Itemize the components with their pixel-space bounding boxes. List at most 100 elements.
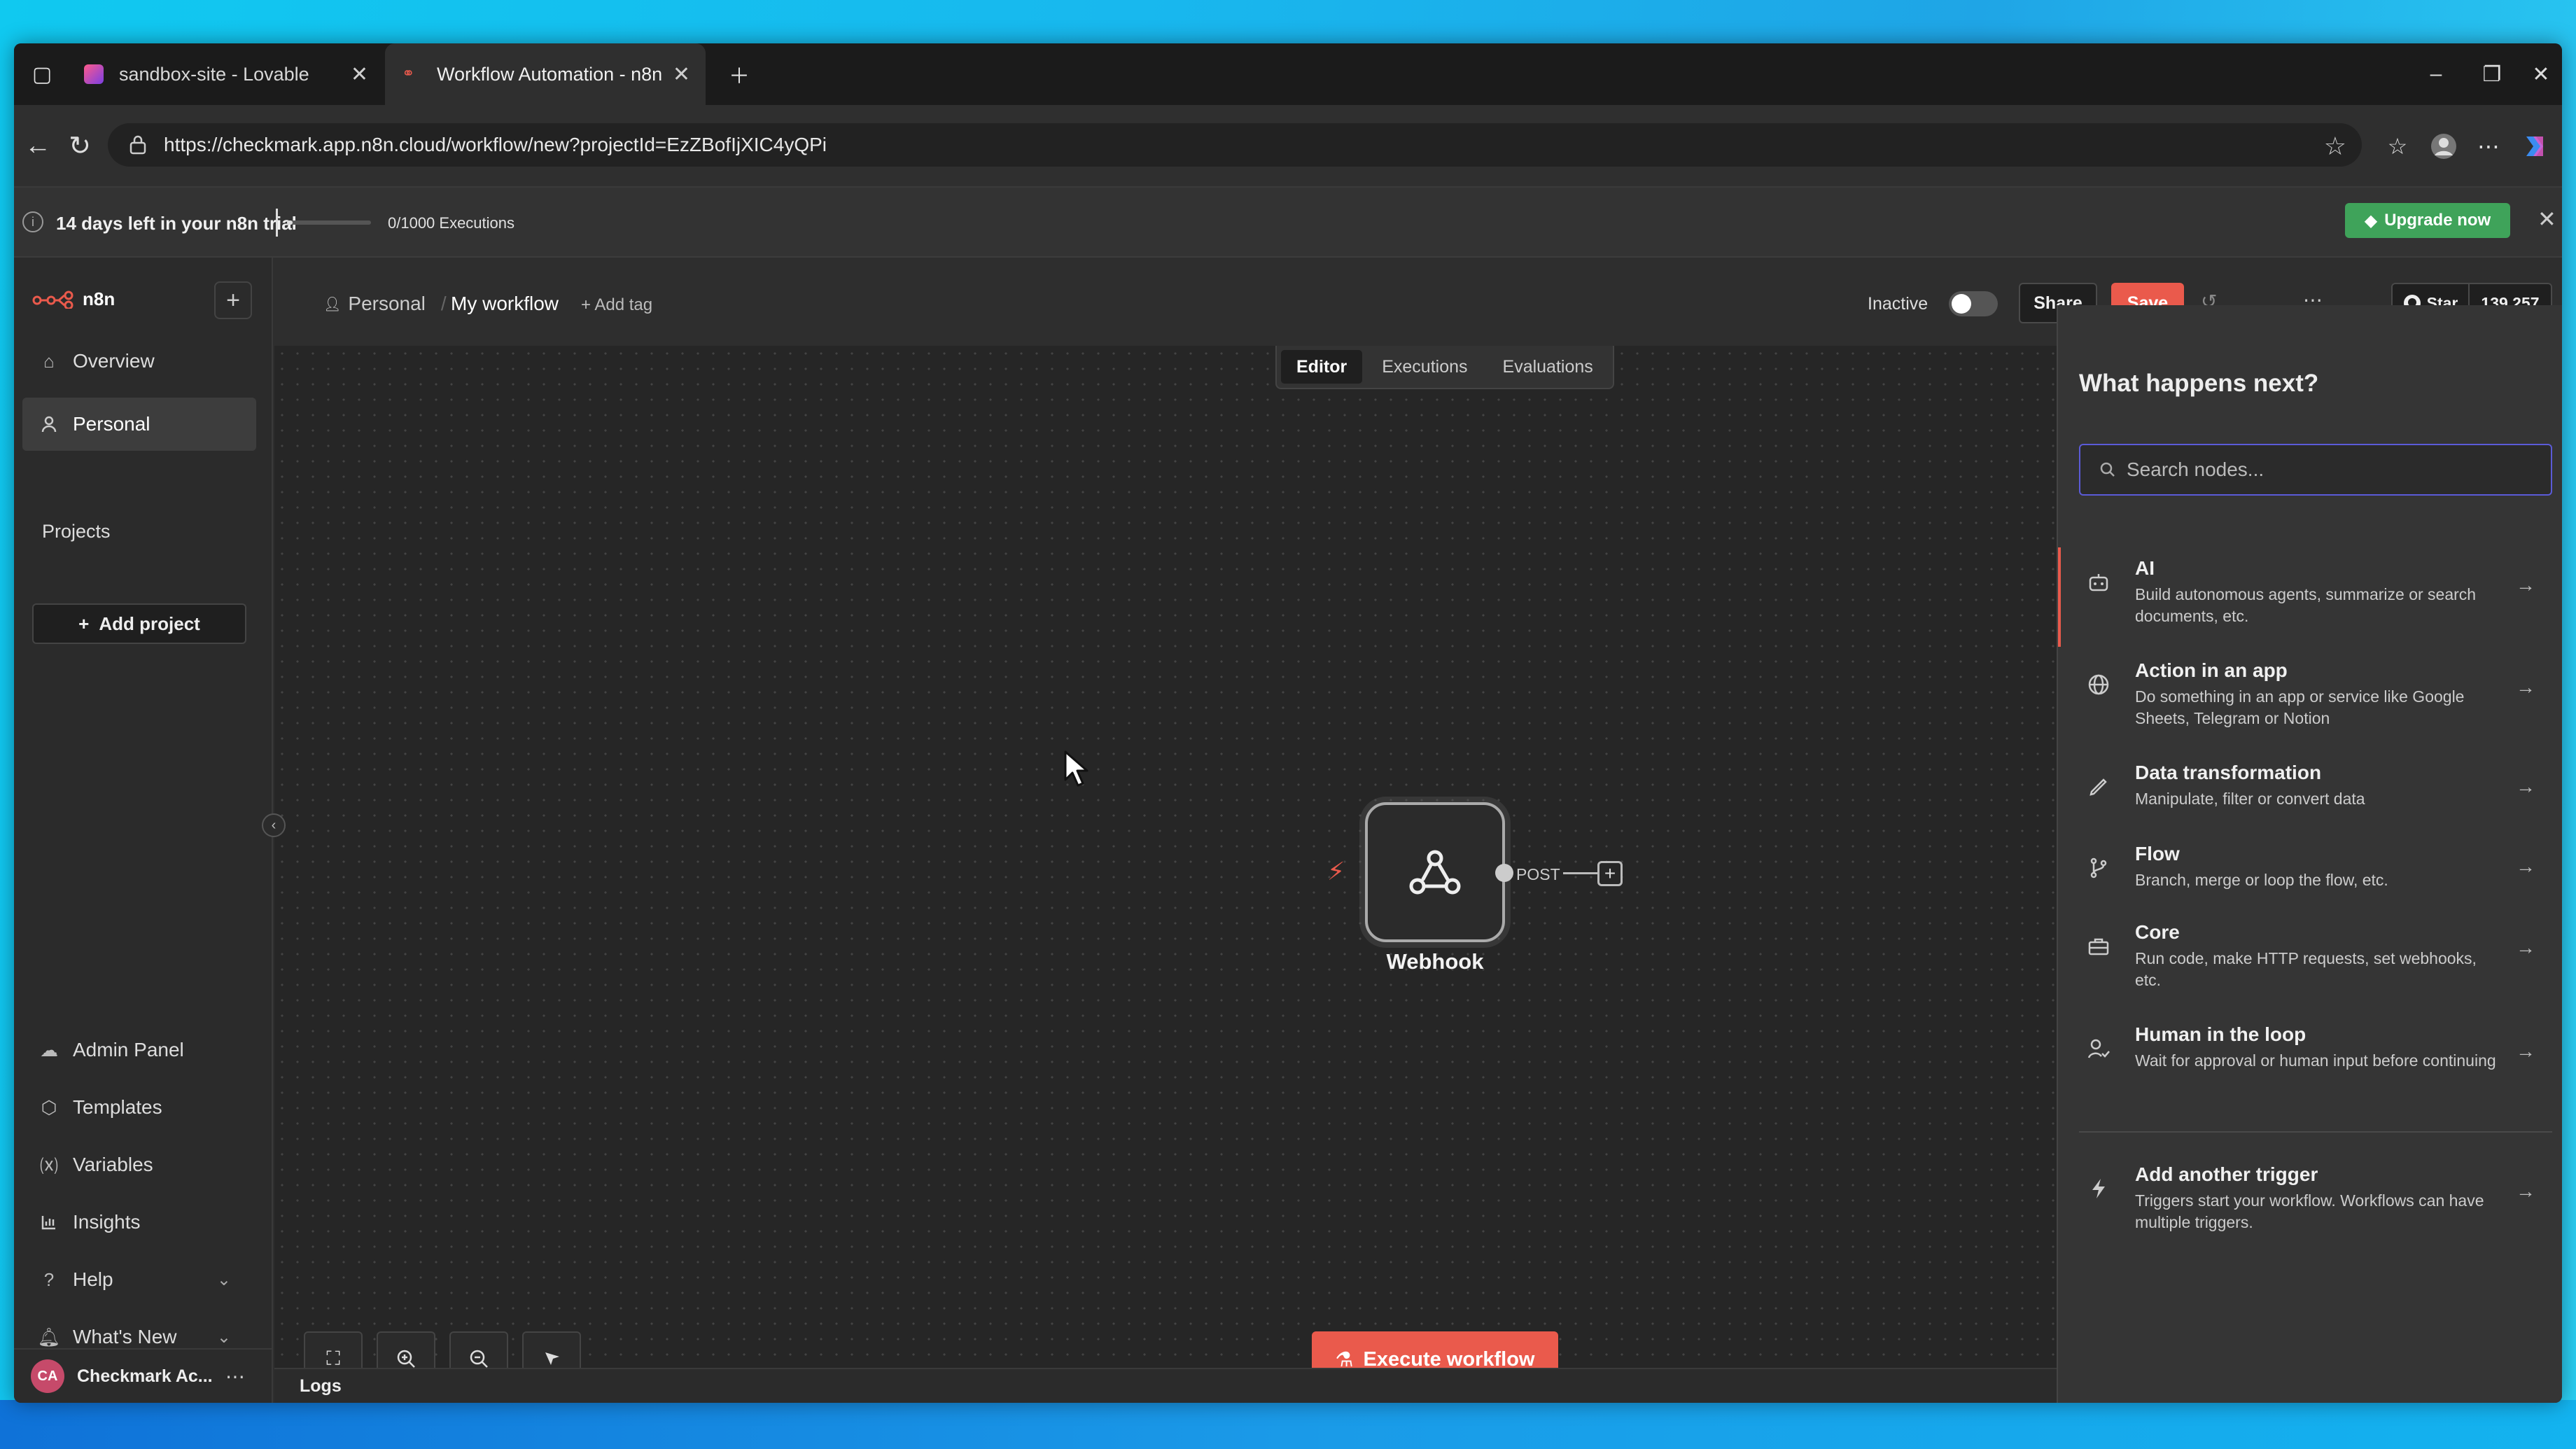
close-tab-icon[interactable]: ✕ (351, 62, 368, 87)
workflow-canvas[interactable]: Editor Executions Evaluations ⚡︎ Webhook… (274, 346, 2057, 1403)
item-description: Wait for approval or human input before … (2135, 1051, 2496, 1070)
close-tab-icon[interactable]: ✕ (673, 62, 690, 87)
tab-executions[interactable]: Executions (1366, 350, 1483, 384)
back-icon[interactable]: ← (18, 126, 57, 165)
zoom-in-icon (397, 1350, 415, 1368)
cursor-sparkle-icon (545, 1352, 559, 1365)
site-info-icon[interactable] (129, 134, 147, 155)
sidebar-item-label: Overview (73, 350, 155, 372)
tab-title: sandbox-site - Lovable (119, 63, 309, 85)
box-icon: ⬡ (41, 1096, 57, 1118)
browser-tab-n8n[interactable]: ⚭ Workflow Automation - n8n ✕ (385, 43, 706, 105)
sidebar-toggle-icon[interactable]: ▢ (14, 43, 70, 105)
profile-icon[interactable] (2426, 129, 2461, 164)
lovable-favicon-icon (84, 64, 104, 84)
panel-title: What happens next? (2079, 370, 2319, 397)
favorites-icon[interactable]: ☆ (2380, 129, 2415, 164)
divider (276, 209, 278, 237)
item-title: Flow (2135, 843, 2180, 864)
breadcrumb-project[interactable]: 👤︎ Personal / (323, 293, 447, 315)
breadcrumb-label: Personal (348, 293, 426, 314)
tab-evaluations[interactable]: Evaluations (1488, 350, 1609, 384)
plus-icon: + (78, 612, 90, 634)
more-icon[interactable]: ⋯ (225, 1365, 245, 1388)
workflow-name[interactable]: My workflow (451, 293, 559, 315)
sidebar-item-templates[interactable]: ⬡ Templates (22, 1081, 256, 1134)
new-tab-icon[interactable]: ＋ (711, 43, 767, 105)
active-toggle[interactable] (1949, 291, 1998, 316)
list-item-data-transformation[interactable]: Data transformation Manipulate, filter or… (2058, 762, 2562, 808)
sidebar: n8n + ⌂ Overview Personal Projects + Add… (14, 258, 273, 1403)
more-options-icon[interactable]: ⋯ (2471, 129, 2506, 164)
chevron-down-icon: ⌄ (216, 1327, 231, 1347)
mouse-cursor-icon (1063, 749, 1091, 788)
close-banner-icon[interactable]: ✕ (2538, 206, 2556, 232)
arrow-right-icon: → (2516, 676, 2535, 698)
executions-progress-bar (287, 220, 371, 225)
sidebar-item-personal[interactable]: Personal (22, 398, 256, 451)
executions-count: 0/1000 Executions (388, 214, 515, 232)
arrow-right-icon: → (2516, 1180, 2535, 1202)
divider (2079, 1131, 2552, 1133)
node-output-handle[interactable] (1495, 864, 1513, 882)
sidebar-item-label: Templates (73, 1096, 162, 1118)
sidebar-item-label: What's New (73, 1326, 177, 1348)
sidebar-item-help[interactable]: ? Help ⌄ (22, 1253, 256, 1306)
webhook-icon (1409, 850, 1461, 895)
tab-editor[interactable]: Editor (1281, 350, 1363, 384)
collapse-sidebar-icon[interactable]: ‹ (262, 813, 286, 837)
arrow-right-icon: → (2516, 574, 2535, 596)
restore-icon[interactable]: ❐ (2464, 43, 2520, 105)
add-project-button[interactable]: + Add project (32, 603, 246, 644)
arrow-right-icon: → (2516, 1040, 2535, 1062)
status-label: Inactive (1868, 294, 1928, 314)
search-placeholder: Search nodes... (2127, 458, 2264, 480)
add-node-button[interactable]: + (1597, 861, 1623, 886)
tab-title: Workflow Automation - n8n (437, 63, 663, 85)
item-description: Build autonomous agents, summarize or se… (2135, 585, 2477, 625)
list-item-ai[interactable]: AI Build autonomous agents, summarize or … (2058, 547, 2562, 647)
chart-icon (39, 1212, 59, 1232)
home-icon: ⌂ (43, 350, 55, 372)
sidebar-item-label: Personal (73, 413, 150, 435)
copilot-icon[interactable] (2517, 129, 2552, 164)
n8n-logo[interactable]: n8n (32, 288, 115, 310)
trigger-bolt-icon: ⚡︎ (1327, 857, 1345, 886)
webhook-node-label: Webhook (1386, 949, 1484, 974)
close-window-icon[interactable]: ✕ (2513, 43, 2562, 105)
trial-banner: i 14 days left in your n8n trial 0/1000 … (14, 188, 2562, 258)
item-title: Data transformation (2135, 762, 2322, 783)
minimize-icon[interactable]: – (2408, 43, 2464, 105)
url-text: https://checkmark.app.n8n.cloud/workflow… (164, 134, 827, 155)
sidebar-item-insights[interactable]: Insights (22, 1196, 256, 1249)
brand-name: n8n (83, 288, 115, 309)
list-item-flow[interactable]: Flow Branch, merge or loop the flow, etc.… (2058, 843, 2562, 889)
pen-icon (2083, 771, 2114, 802)
add-tag-link[interactable]: + Add tag (581, 295, 652, 315)
sidebar-item-label: Help (73, 1268, 113, 1290)
list-item-add-another-trigger[interactable]: Add another trigger Triggers start your w… (2058, 1163, 2562, 1231)
logs-panel-toggle[interactable]: Logs (274, 1368, 2057, 1403)
search-icon (2099, 461, 2117, 479)
reload-icon[interactable]: ↻ (60, 126, 99, 165)
sidebar-item-variables[interactable]: ⒳ Variables (22, 1138, 256, 1191)
bolt-icon (2083, 1173, 2114, 1204)
url-field[interactable]: https://checkmark.app.n8n.cloud/workflow… (108, 123, 2362, 167)
item-description: Run code, make HTTP requests, set webhoo… (2135, 949, 2477, 989)
list-item-human-in-the-loop[interactable]: Human in the loop Wait for approval or hu… (2058, 1023, 2562, 1070)
upgrade-now-button[interactable]: ◆ Upgrade now (2345, 203, 2510, 238)
webhook-node[interactable] (1365, 802, 1505, 942)
sidebar-item-admin-panel[interactable]: ☁ Admin Panel (22, 1023, 256, 1077)
sidebar-item-overview[interactable]: ⌂ Overview (22, 335, 256, 388)
browser-tab-bar: ▢ sandbox-site - Lovable ✕ ⚭ Workflow Au… (14, 43, 2562, 105)
globe-icon (2083, 669, 2114, 700)
toolbox-icon (2083, 931, 2114, 962)
list-item-core[interactable]: Core Run code, make HTTP requests, set we… (2058, 921, 2562, 989)
list-item-action-in-app[interactable]: Action in an app Do something in an app o… (2058, 659, 2562, 727)
browser-tab-lovable[interactable]: sandbox-site - Lovable ✕ (67, 43, 384, 105)
search-nodes-input[interactable]: Search nodes... (2079, 444, 2552, 496)
bookmark-star-icon[interactable]: ☆ (2324, 132, 2346, 161)
user-menu[interactable]: CA Checkmark Ac... ⋯ (14, 1348, 273, 1403)
create-button[interactable]: + (214, 281, 252, 319)
variable-icon: ⒳ (39, 1155, 58, 1177)
